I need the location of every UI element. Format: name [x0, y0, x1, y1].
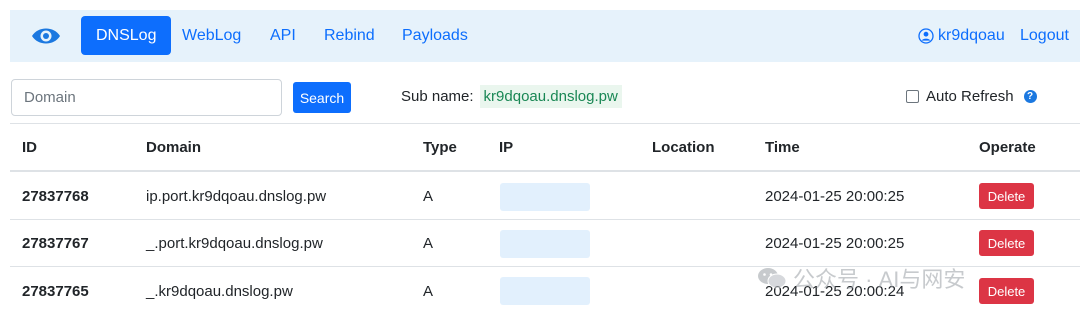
header-id: ID — [22, 139, 37, 156]
subname-label: Sub name: — [401, 88, 474, 105]
cell-id: 27837768 — [22, 188, 89, 205]
cell-time: 2024-01-25 20:00:25 — [765, 188, 905, 205]
cell-type: A — [423, 188, 434, 205]
user-circle-icon — [918, 27, 934, 44]
cell-id: 27837765 — [22, 283, 89, 300]
header-operate: Operate — [979, 139, 1036, 156]
domain-search-input[interactable] — [11, 79, 282, 116]
user-menu[interactable]: kr9dqoau — [918, 16, 1005, 55]
cell-id: 27837767 — [22, 235, 89, 252]
cell-domain: _.port.kr9dqoau.dnslog.pw — [146, 235, 323, 252]
nav-dnslog[interactable]: DNSLog — [81, 16, 172, 55]
nav-weblog[interactable]: WebLog — [167, 16, 256, 55]
cell-ip-redacted — [500, 183, 590, 211]
subname-value: kr9dqoau.dnslog.pw — [479, 85, 622, 108]
header-location: Location — [652, 139, 715, 156]
watermark-text: 公众号 · AI与网安 — [793, 267, 966, 292]
cell-type: A — [423, 235, 434, 252]
table-header-border — [10, 170, 1080, 172]
header-time: Time — [765, 139, 800, 156]
header-type: Type — [423, 139, 457, 156]
table-top-border — [10, 123, 1080, 124]
eye-icon[interactable] — [30, 24, 62, 48]
logout-link[interactable]: Logout — [1020, 16, 1069, 55]
row-divider — [10, 219, 1080, 220]
delete-button[interactable]: Delete — [979, 183, 1034, 209]
delete-button[interactable]: Delete — [979, 230, 1034, 256]
cell-domain: ip.port.kr9dqoau.dnslog.pw — [146, 188, 327, 205]
cell-time: 2024-01-25 20:00:25 — [765, 235, 905, 252]
auto-refresh-label[interactable]: Auto Refresh — [926, 88, 1014, 105]
cell-ip-redacted — [500, 277, 590, 305]
top-navbar: DNSLog WebLog API Rebind Payloads kr9dqo… — [10, 10, 1080, 62]
header-domain: Domain — [146, 139, 202, 156]
cell-domain: _.kr9dqoau.dnslog.pw — [146, 283, 293, 300]
watermark: 公众号 · AI与网安 — [757, 262, 965, 294]
cell-type: A — [423, 283, 434, 300]
nav-payloads[interactable]: Payloads — [387, 16, 483, 55]
header-ip: IP — [499, 139, 514, 156]
subname-display: Sub name: kr9dqoau.dnslog.pw — [401, 85, 622, 108]
nav-rebind[interactable]: Rebind — [309, 16, 390, 55]
cell-ip-redacted — [500, 230, 590, 258]
wechat-icon — [758, 268, 787, 289]
nav-api[interactable]: API — [255, 16, 311, 55]
auto-refresh-checkbox[interactable] — [906, 90, 919, 103]
delete-button[interactable]: Delete — [979, 278, 1034, 304]
username: kr9dqoau — [938, 27, 1005, 44]
auto-refresh-toggle: Auto Refresh ? — [906, 88, 1037, 105]
question-circle-icon[interactable]: ? — [1023, 90, 1037, 103]
search-button[interactable]: Search — [293, 82, 351, 113]
